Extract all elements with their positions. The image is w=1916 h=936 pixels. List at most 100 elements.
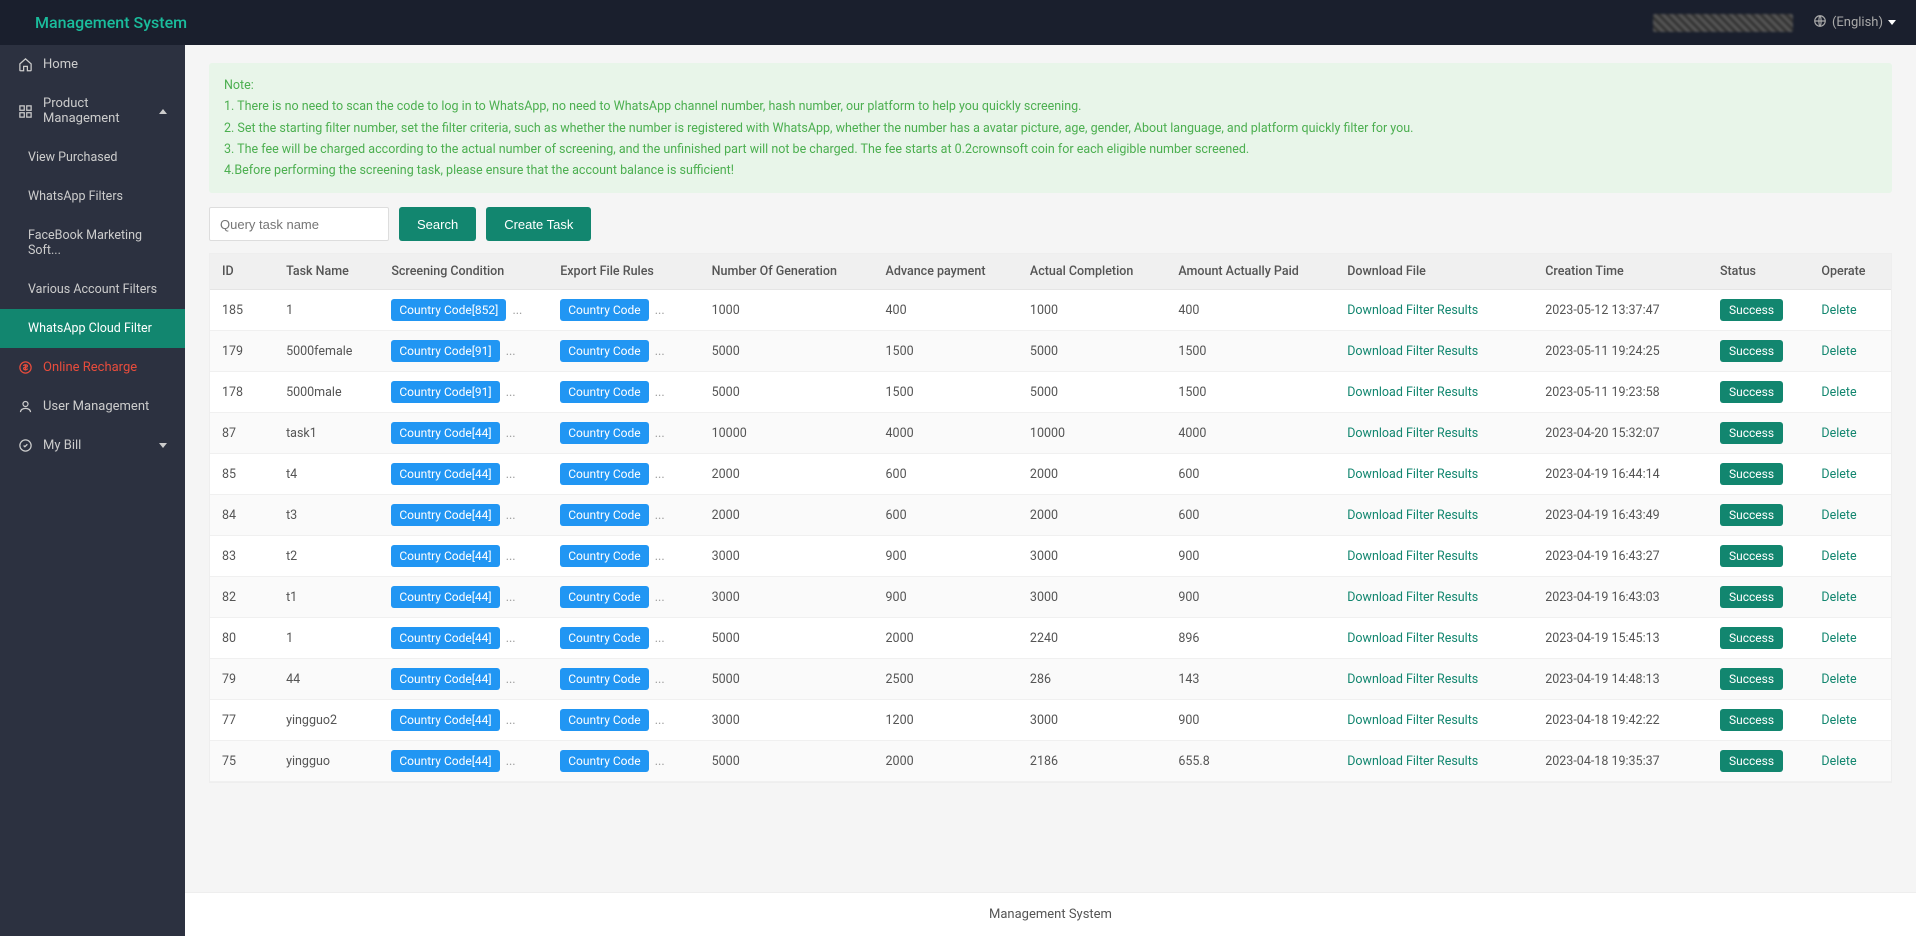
cell-status: Success [1708, 700, 1809, 741]
download-link[interactable]: Download Filter Results [1347, 549, 1478, 564]
sidebar-online-recharge[interactable]: Online Recharge [0, 348, 185, 387]
table-row: 801Country Code[44] ...Country Code ...5… [210, 618, 1891, 659]
cell-time: 2023-04-19 16:44:14 [1533, 454, 1708, 495]
cell-download: Download Filter Results [1335, 413, 1533, 454]
sidebar-bill-label: My Bill [43, 438, 81, 453]
cell-paid: 143 [1166, 659, 1335, 700]
download-link[interactable]: Download Filter Results [1347, 344, 1478, 359]
cell-generation: 5000 [700, 372, 874, 413]
ellipsis-icon: ... [503, 344, 516, 359]
condition-tag: Country Code[91] [391, 340, 499, 362]
export-tag: Country Code [560, 668, 648, 690]
table-row: 1795000femaleCountry Code[91] ...Country… [210, 331, 1891, 372]
cell-condition: Country Code[91] ... [379, 372, 548, 413]
sidebar-my-bill[interactable]: My Bill [0, 426, 185, 465]
cell-status: Success [1708, 331, 1809, 372]
ellipsis-icon: ... [652, 549, 665, 564]
download-link[interactable]: Download Filter Results [1347, 713, 1478, 728]
delete-link[interactable]: Delete [1821, 303, 1856, 318]
ellipsis-icon: ... [503, 672, 516, 687]
download-link[interactable]: Download Filter Results [1347, 467, 1478, 482]
delete-link[interactable]: Delete [1821, 754, 1856, 769]
caret-down-icon [1888, 20, 1896, 25]
cell-operate: Delete [1809, 290, 1891, 331]
query-input[interactable] [209, 207, 389, 241]
export-tag: Country Code [560, 463, 648, 485]
delete-link[interactable]: Delete [1821, 590, 1856, 605]
cell-task-name: t1 [274, 577, 379, 618]
cell-operate: Delete [1809, 577, 1891, 618]
download-link[interactable]: Download Filter Results [1347, 303, 1478, 318]
search-button[interactable]: Search [399, 207, 476, 241]
footer: Management System [185, 892, 1916, 936]
cell-id: 79 [210, 659, 274, 700]
topbar: Management System (English) [0, 0, 1916, 45]
delete-link[interactable]: Delete [1821, 713, 1856, 728]
notice-title: Note: [224, 75, 1877, 96]
delete-link[interactable]: Delete [1821, 549, 1856, 564]
sidebar-item-view-purchased[interactable]: View Purchased [0, 138, 185, 177]
cell-export: Country Code ... [548, 577, 699, 618]
cell-export: Country Code ... [548, 372, 699, 413]
cell-operate: Delete [1809, 618, 1891, 659]
condition-tag: Country Code[44] [391, 586, 499, 608]
cell-completion: 3000 [1018, 536, 1166, 577]
cell-export: Country Code ... [548, 331, 699, 372]
cell-operate: Delete [1809, 495, 1891, 536]
sidebar-user-management[interactable]: User Management [0, 387, 185, 426]
table-row: 1785000maleCountry Code[91] ...Country C… [210, 372, 1891, 413]
table-row: 7944Country Code[44] ...Country Code ...… [210, 659, 1891, 700]
cell-generation: 2000 [700, 454, 874, 495]
download-link[interactable]: Download Filter Results [1347, 426, 1478, 441]
delete-link[interactable]: Delete [1821, 344, 1856, 359]
sidebar-item-whatsapp-cloud-filter[interactable]: WhatsApp Cloud Filter [0, 309, 185, 348]
delete-link[interactable]: Delete [1821, 672, 1856, 687]
sidebar-product-management[interactable]: Product Management [0, 84, 185, 138]
delete-link[interactable]: Delete [1821, 426, 1856, 441]
cell-download: Download Filter Results [1335, 331, 1533, 372]
delete-link[interactable]: Delete [1821, 467, 1856, 482]
cell-download: Download Filter Results [1335, 495, 1533, 536]
cell-completion: 1000 [1018, 290, 1166, 331]
export-tag: Country Code [560, 422, 648, 444]
cell-advance: 1200 [874, 700, 1018, 741]
download-link[interactable]: Download Filter Results [1347, 672, 1478, 687]
table-header: Creation Time [1533, 254, 1708, 290]
download-link[interactable]: Download Filter Results [1347, 754, 1478, 769]
cell-time: 2023-04-19 16:43:03 [1533, 577, 1708, 618]
create-task-button[interactable]: Create Task [486, 207, 591, 241]
cell-download: Download Filter Results [1335, 290, 1533, 331]
sidebar-home[interactable]: Home [0, 45, 185, 84]
cell-download: Download Filter Results [1335, 741, 1533, 782]
cell-status: Success [1708, 741, 1809, 782]
delete-link[interactable]: Delete [1821, 385, 1856, 400]
sidebar-item-various-filters[interactable]: Various Account Filters [0, 270, 185, 309]
cell-id: 83 [210, 536, 274, 577]
table-row: 77yingguo2Country Code[44] ...Country Co… [210, 700, 1891, 741]
cell-paid: 600 [1166, 495, 1335, 536]
language-selector[interactable]: (English) [1813, 14, 1896, 32]
ellipsis-icon: ... [652, 303, 665, 318]
download-link[interactable]: Download Filter Results [1347, 631, 1478, 646]
table-header: Status [1708, 254, 1809, 290]
cell-completion: 5000 [1018, 331, 1166, 372]
delete-link[interactable]: Delete [1821, 631, 1856, 646]
condition-tag: Country Code[91] [391, 381, 499, 403]
cell-export: Country Code ... [548, 700, 699, 741]
notice-line: 3. The fee will be charged according to … [224, 139, 1877, 160]
cell-paid: 4000 [1166, 413, 1335, 454]
table-row: 87task1Country Code[44] ...Country Code … [210, 413, 1891, 454]
cell-time: 2023-04-18 19:42:22 [1533, 700, 1708, 741]
delete-link[interactable]: Delete [1821, 508, 1856, 523]
cell-completion: 3000 [1018, 577, 1166, 618]
cell-generation: 5000 [700, 331, 874, 372]
cell-completion: 2000 [1018, 495, 1166, 536]
download-link[interactable]: Download Filter Results [1347, 508, 1478, 523]
cell-completion: 5000 [1018, 372, 1166, 413]
sidebar-item-whatsapp-filters[interactable]: WhatsApp Filters [0, 177, 185, 216]
cell-id: 82 [210, 577, 274, 618]
sidebar-item-facebook-marketing[interactable]: FaceBook Marketing Soft... [0, 216, 185, 270]
download-link[interactable]: Download Filter Results [1347, 385, 1478, 400]
download-link[interactable]: Download Filter Results [1347, 590, 1478, 605]
cell-status: Success [1708, 495, 1809, 536]
